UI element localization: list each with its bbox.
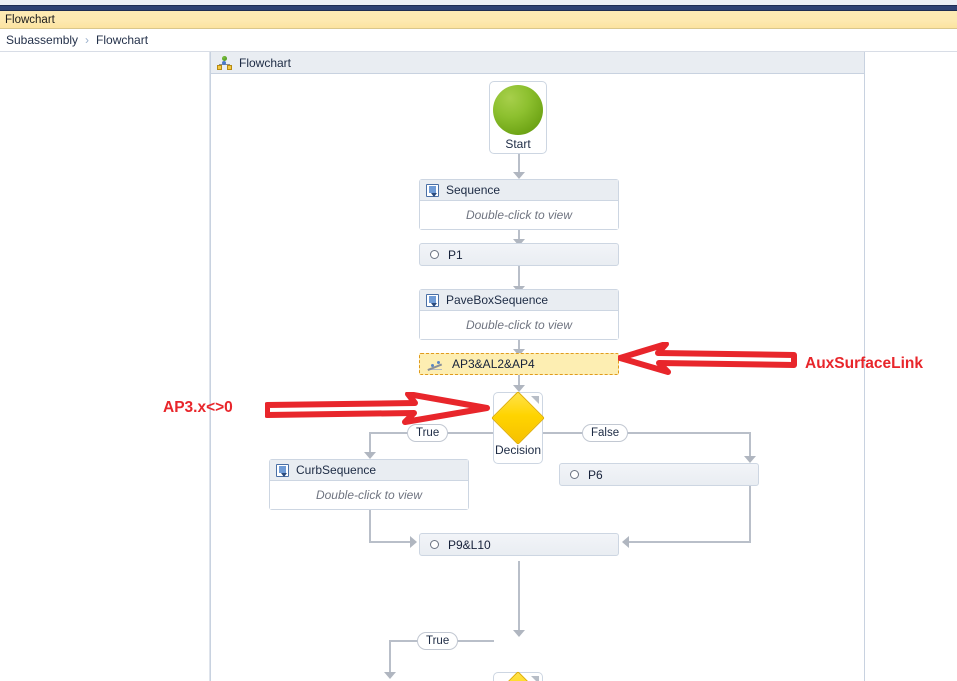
node-curbsequence-label: CurbSequence — [296, 463, 377, 477]
edge-label-decision2-true: True — [417, 632, 459, 650]
node-p6[interactable]: P6 — [559, 463, 759, 486]
node-curbsequence[interactable]: CurbSequence Double-click to view — [269, 459, 469, 510]
sequence-icon — [426, 293, 439, 307]
node-decision-2[interactable]: Decision — [491, 671, 545, 681]
connector-p6-left — [629, 541, 751, 543]
node-p1[interactable]: P1 — [419, 243, 619, 266]
sequence-icon — [276, 463, 289, 477]
sequence-icon — [426, 183, 439, 197]
node-paveboxsequence-body[interactable]: Double-click to view — [420, 311, 618, 339]
flowchart-icon — [217, 55, 232, 70]
node-sequence-header: Sequence — [420, 180, 618, 201]
annotation-label-ap3x: AP3.x<>0 — [163, 399, 233, 416]
node-decision-1[interactable]: Decision — [491, 391, 545, 464]
edge-label-decision1-false: False — [582, 424, 629, 442]
connector-arrow-p9l10-decision2 — [513, 630, 525, 637]
breadcrumb-item-subassembly[interactable]: Subassembly — [6, 33, 78, 47]
document-tab[interactable]: Flowchart — [0, 11, 957, 29]
node-p6-label: P6 — [588, 467, 603, 482]
breadcrumb-item-flowchart[interactable]: Flowchart — [96, 33, 148, 47]
node-paveboxsequence[interactable]: PaveBoxSequence Double-click to view — [419, 289, 619, 340]
connector-arrow-start-sequence — [513, 172, 525, 179]
connector-arrow-decision1-false — [744, 456, 756, 463]
point-ring-icon — [430, 250, 439, 259]
connector-arrow-p6-p9l10 — [622, 536, 629, 548]
connector-decision2-true-v — [389, 640, 391, 676]
node-start-label: Start — [505, 136, 531, 151]
connector-p9l10-decision2 — [518, 561, 520, 636]
node-start[interactable]: Start — [489, 81, 547, 154]
point-ring-icon — [430, 540, 439, 549]
flowchart-designer[interactable]: Flowchart Start Sequence Double-click to… — [210, 52, 865, 681]
connector-arrow-decision1-true — [364, 452, 376, 459]
designer-title: Flowchart — [239, 55, 292, 70]
connector-arrow-decision2-true — [384, 672, 396, 679]
node-auxsurfacelink-label: AP3&AL2&AP4 — [452, 357, 535, 371]
connector-arrow-auxlink-decision1 — [513, 385, 525, 392]
body-area: Flowchart Start Sequence Double-click to… — [0, 52, 957, 681]
node-sequence-label: Sequence — [446, 183, 501, 197]
connector-curbseq-right — [369, 541, 413, 543]
connector-start-sequence — [518, 153, 520, 174]
annotation-label-auxsurfacelink: AuxSurfaceLink — [805, 355, 924, 372]
breadcrumb: Subassembly › Flowchart — [0, 29, 957, 52]
node-p9l10[interactable]: P9&L10 — [419, 533, 619, 556]
left-pane — [0, 52, 210, 681]
connector-decision1-false-h — [543, 432, 751, 434]
connector-p6-down — [749, 482, 751, 543]
node-paveboxsequence-header: PaveBoxSequence — [420, 290, 618, 311]
edge-label-decision1-true: True — [407, 424, 449, 442]
node-p1-label: P1 — [448, 247, 463, 262]
resize-corner-icon — [531, 396, 539, 404]
node-decision-1-label: Decision — [494, 443, 542, 457]
node-sequence-body[interactable]: Double-click to view — [420, 201, 618, 229]
green-circle-icon — [493, 84, 543, 135]
designer-header: Flowchart — [211, 52, 864, 74]
connector-arrow-curbseq-p9l10 — [410, 536, 417, 548]
canvas-wrap: Flowchart Start Sequence Double-click to… — [210, 52, 865, 681]
breadcrumb-separator-icon: › — [85, 33, 90, 47]
node-sequence[interactable]: Sequence Double-click to view — [419, 179, 619, 230]
node-auxsurfacelink[interactable]: AP3&AL2&AP4 — [419, 353, 619, 375]
node-curbsequence-header: CurbSequence — [270, 460, 468, 481]
node-p9l10-label: P9&L10 — [448, 537, 491, 552]
resize-corner-icon — [531, 676, 539, 681]
node-curbsequence-body[interactable]: Double-click to view — [270, 481, 468, 509]
document-tab-label: Flowchart — [5, 13, 55, 26]
point-ring-icon — [570, 470, 579, 479]
app-root: Flowchart Subassembly › Flowchart Flowch — [0, 0, 957, 681]
node-paveboxsequence-label: PaveBoxSequence — [446, 293, 549, 307]
link-chart-icon — [427, 358, 443, 370]
